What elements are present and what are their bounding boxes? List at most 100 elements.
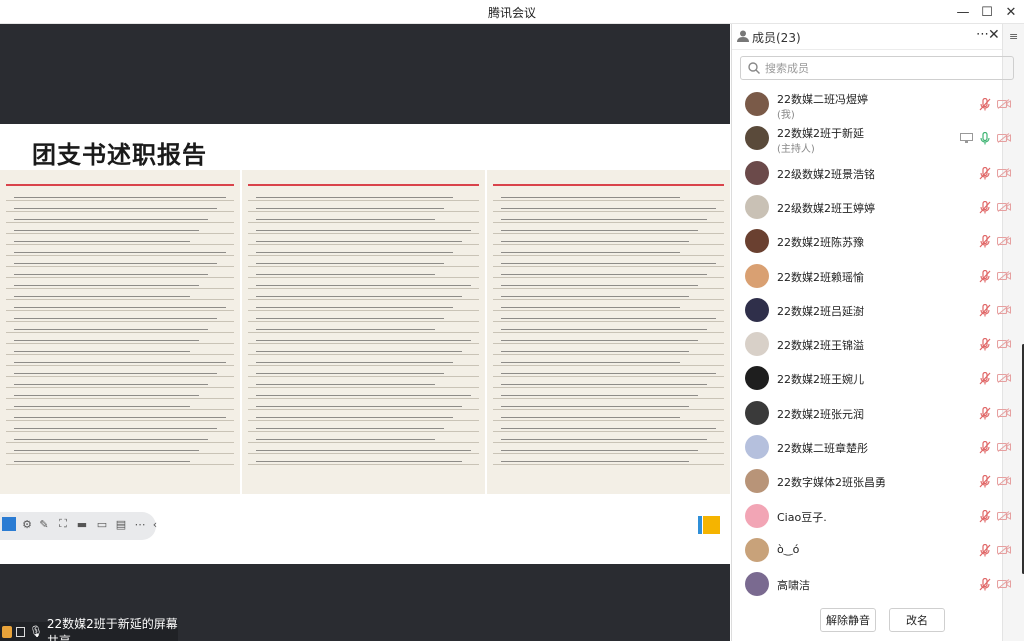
screen-share-status-icon xyxy=(960,133,973,144)
member-row[interactable]: 22数字媒体2班张昌勇 xyxy=(732,464,1011,498)
handwritten-page-1 xyxy=(0,170,240,494)
camera-off-icon[interactable] xyxy=(997,545,1011,555)
maximize-icon[interactable]: ☐ xyxy=(974,0,1000,24)
member-role: (主持人) xyxy=(777,144,815,156)
mic-muted-icon[interactable] xyxy=(979,303,991,317)
slide-title: 团支书述职报告 xyxy=(32,141,207,169)
member-name: Ciao豆子. xyxy=(777,510,827,524)
mic-muted-icon[interactable] xyxy=(979,578,991,591)
crop-icon[interactable]: ⛶ xyxy=(56,517,70,531)
member-name: 22数媒二班章楚彤 xyxy=(777,442,868,455)
member-row[interactable]: 22级数媒2班王婷婷 xyxy=(732,190,1011,224)
camera-off-icon[interactable] xyxy=(997,442,1011,452)
mic-on-icon[interactable] xyxy=(979,132,991,145)
mic-muted-icon[interactable] xyxy=(979,98,991,111)
mic-muted-icon[interactable] xyxy=(979,338,991,351)
mic-muted-icon[interactable] xyxy=(979,441,991,454)
member-row[interactable]: 22数媒2班王婉儿 xyxy=(732,361,1011,395)
member-row[interactable]: Ciao豆子. xyxy=(732,499,1011,533)
mic-muted-icon[interactable] xyxy=(979,372,991,385)
record-icon[interactable]: ▭ xyxy=(95,517,109,531)
member-name: 22数媒2班于新延 xyxy=(777,127,864,141)
member-row[interactable]: 22数媒2班于新延 (主持人) xyxy=(732,121,1011,156)
close-window-icon[interactable]: ✕ xyxy=(998,0,1024,24)
members-panel: 成员(23) ⋯ ✕ ≡ 22数媒二班冯煜婷(我)22数媒2班于新延(主持人)2… xyxy=(731,24,1024,641)
camera-off-icon[interactable] xyxy=(997,304,1011,315)
camera-off-icon[interactable] xyxy=(997,510,1011,521)
camera-off-icon[interactable] xyxy=(997,407,1011,418)
mic-muted-icon[interactable] xyxy=(979,509,991,523)
member-name: 22数媒2班王锦溢 xyxy=(777,339,864,353)
mic-muted-icon[interactable] xyxy=(979,269,991,283)
menu-icon[interactable]: ≡ xyxy=(1009,30,1018,43)
settings-icon[interactable]: ⚙ xyxy=(20,517,34,531)
avatar xyxy=(745,160,769,185)
member-row[interactable]: 22数媒2班陈苏豫 xyxy=(732,224,1011,258)
camera-off-icon[interactable] xyxy=(997,373,1011,384)
member-row[interactable]: 22数媒2班张元润 xyxy=(732,396,1011,430)
pen-icon[interactable]: ✎ xyxy=(37,517,51,531)
members-title: 成员(23) xyxy=(752,31,801,45)
share-status-text: 22数媒2班于新延的屏幕共享 xyxy=(46,616,178,641)
member-name: 22数媒二班冯煜婷 xyxy=(777,93,868,106)
member-row[interactable]: 22数媒二班章楚彤 xyxy=(732,430,1011,464)
close-panel-icon[interactable]: ✕ xyxy=(988,27,1000,43)
avatar xyxy=(745,92,769,116)
member-name: 高啸洁 xyxy=(777,579,810,593)
member-row[interactable]: 22数媒二班冯煜婷 (我) xyxy=(732,87,1011,121)
member-row[interactable]: ò‿ó xyxy=(732,533,1011,567)
member-role: (我) xyxy=(777,110,795,121)
meeting-window: 腾讯会议 — ☐ ✕ 团支书述职报告 ⚙ ✎ ⛶ ▬ ▭ ▤ ⋯ ‹ 🎙 22数… xyxy=(0,0,1024,641)
member-name: 22数媒2班王婉儿 xyxy=(777,373,864,387)
avatar xyxy=(745,332,769,357)
minimize-icon[interactable]: — xyxy=(950,0,976,24)
screen-share-area: 团支书述职报告 ⚙ ✎ ⛶ ▬ ▭ ▤ ⋯ ‹ 🎙 22数媒2班于新延的屏幕共享 xyxy=(0,24,730,641)
avatar xyxy=(745,469,769,494)
member-name: 22数媒2班赖瑶愉 xyxy=(777,270,864,284)
avatar xyxy=(745,194,769,219)
member-row[interactable]: 22级数媒2班景浩铭 xyxy=(732,156,1011,190)
mic-muted-icon[interactable] xyxy=(979,543,991,557)
mic-muted-icon[interactable] xyxy=(979,475,991,488)
video-icon[interactable]: ▬ xyxy=(75,517,89,531)
avatar xyxy=(745,503,769,528)
search-input[interactable] xyxy=(765,59,1005,77)
handwritten-page-2 xyxy=(242,170,485,494)
member-search xyxy=(740,56,1014,80)
camera-off-icon[interactable] xyxy=(997,236,1011,247)
avatar xyxy=(745,297,769,322)
search-icon xyxy=(748,62,760,74)
mic-muted-icon[interactable] xyxy=(979,166,991,180)
collapse-icon[interactable]: ‹ xyxy=(148,517,162,531)
screen-icon xyxy=(16,626,25,637)
camera-off-icon[interactable] xyxy=(997,99,1011,109)
unmute-all-button[interactable]: 解除静音 xyxy=(820,608,876,632)
avatar xyxy=(745,537,769,562)
member-row[interactable]: 22数媒2班吕延澍 xyxy=(732,293,1011,327)
camera-off-icon[interactable] xyxy=(997,167,1011,178)
more-icon[interactable]: ⋯ xyxy=(133,517,147,531)
rename-button[interactable]: 改名 xyxy=(889,608,945,632)
member-row[interactable]: 高啸洁 xyxy=(732,567,1011,601)
camera-off-icon[interactable] xyxy=(997,579,1011,590)
title-bar: 腾讯会议 — ☐ ✕ xyxy=(0,0,1024,24)
chat-icon[interactable]: ▤ xyxy=(114,517,128,531)
camera-off-icon[interactable] xyxy=(997,270,1011,281)
member-row[interactable]: 22数媒2班赖瑶愉 xyxy=(732,259,1011,293)
camera-off-icon[interactable] xyxy=(997,133,1011,144)
avatar xyxy=(745,572,769,597)
share-status-bar: 🎙 22数媒2班于新延的屏幕共享 xyxy=(0,617,178,641)
member-name: 22数媒2班陈苏豫 xyxy=(777,236,864,250)
mic-muted-icon[interactable] xyxy=(979,200,991,214)
mic-muted-icon[interactable] xyxy=(979,406,991,420)
member-row[interactable]: 22数媒2班王锦溢 xyxy=(732,327,1011,361)
avatar xyxy=(745,400,769,425)
screen-share-icon[interactable] xyxy=(2,517,16,531)
member-name: 22级数媒2班王婷婷 xyxy=(777,201,875,215)
camera-off-icon[interactable] xyxy=(997,339,1011,349)
mic-muted-icon[interactable] xyxy=(979,235,991,248)
camera-off-icon[interactable] xyxy=(997,202,1011,212)
camera-off-icon[interactable] xyxy=(997,476,1011,487)
member-name: 22数字媒体2班张昌勇 xyxy=(777,476,886,490)
member-name: 22级数媒2班景浩铭 xyxy=(777,167,875,181)
